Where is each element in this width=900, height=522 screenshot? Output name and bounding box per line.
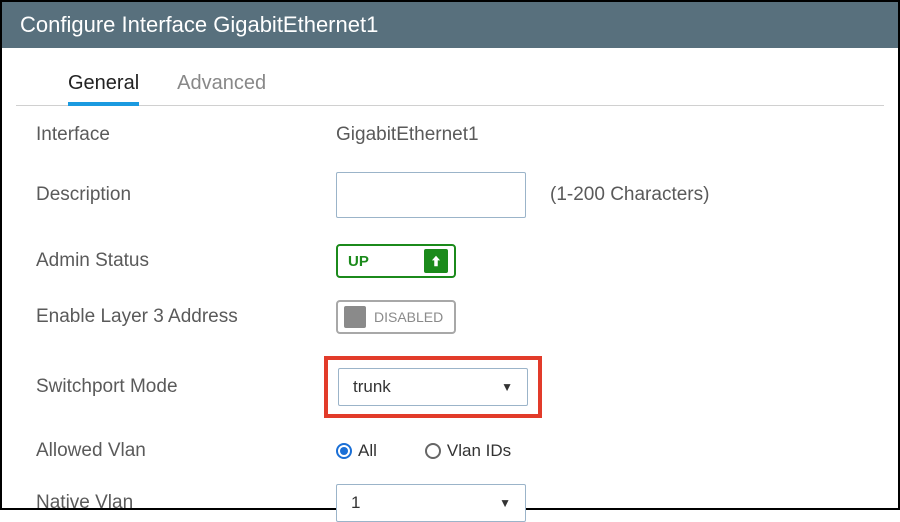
label-native-vlan: Native Vlan — [36, 492, 336, 514]
switchport-mode-value: trunk — [353, 377, 391, 397]
label-allowed-vlan: Allowed Vlan — [36, 440, 336, 462]
row-layer3: Enable Layer 3 Address DISABLED — [36, 300, 884, 334]
radio-vlan-ids[interactable]: Vlan IDs — [425, 441, 511, 461]
disabled-square-icon — [344, 306, 366, 328]
up-arrow-icon — [424, 249, 448, 273]
admin-status-value: UP — [348, 253, 369, 270]
label-switchport-mode: Switchport Mode — [36, 376, 336, 398]
native-vlan-value: 1 — [351, 493, 360, 513]
row-switchport-mode: Switchport Mode trunk ▼ — [36, 356, 884, 418]
value-interface: GigabitEthernet1 — [336, 124, 479, 146]
radio-all-label: All — [358, 441, 377, 461]
radio-icon-checked — [336, 443, 352, 459]
native-vlan-select[interactable]: 1 ▼ — [336, 484, 526, 522]
row-allowed-vlan: Allowed Vlan All Vlan IDs — [36, 440, 884, 462]
switchport-mode-select[interactable]: trunk ▼ — [338, 368, 528, 406]
tab-general[interactable]: General — [68, 66, 139, 105]
allowed-vlan-group: All Vlan IDs — [336, 441, 511, 461]
radio-all[interactable]: All — [336, 441, 377, 461]
label-interface: Interface — [36, 124, 336, 146]
row-interface: Interface GigabitEthernet1 — [36, 124, 884, 146]
form-area: Interface GigabitEthernet1 Description (… — [2, 106, 898, 522]
row-description: Description (1-200 Characters) — [36, 172, 884, 218]
tab-advanced[interactable]: Advanced — [177, 66, 266, 105]
radio-vlanids-label: Vlan IDs — [447, 441, 511, 461]
chevron-down-icon: ▼ — [501, 380, 513, 394]
description-input[interactable] — [336, 172, 526, 218]
row-native-vlan: Native Vlan 1 ▼ — [36, 484, 884, 522]
label-layer3: Enable Layer 3 Address — [36, 306, 336, 328]
layer3-toggle[interactable]: DISABLED — [336, 300, 456, 334]
tabs: General Advanced — [16, 48, 884, 106]
page-title: Configure Interface GigabitEthernet1 — [20, 12, 378, 37]
label-description: Description — [36, 184, 336, 206]
row-admin-status: Admin Status UP — [36, 244, 884, 278]
description-hint: (1-200 Characters) — [550, 184, 709, 206]
chevron-down-icon: ▼ — [499, 496, 511, 510]
label-admin-status: Admin Status — [36, 250, 336, 272]
admin-status-toggle[interactable]: UP — [336, 244, 456, 278]
page-header: Configure Interface GigabitEthernet1 — [2, 2, 898, 48]
highlight-box: trunk ▼ — [324, 356, 542, 418]
radio-icon-unchecked — [425, 443, 441, 459]
layer3-value: DISABLED — [374, 309, 443, 325]
